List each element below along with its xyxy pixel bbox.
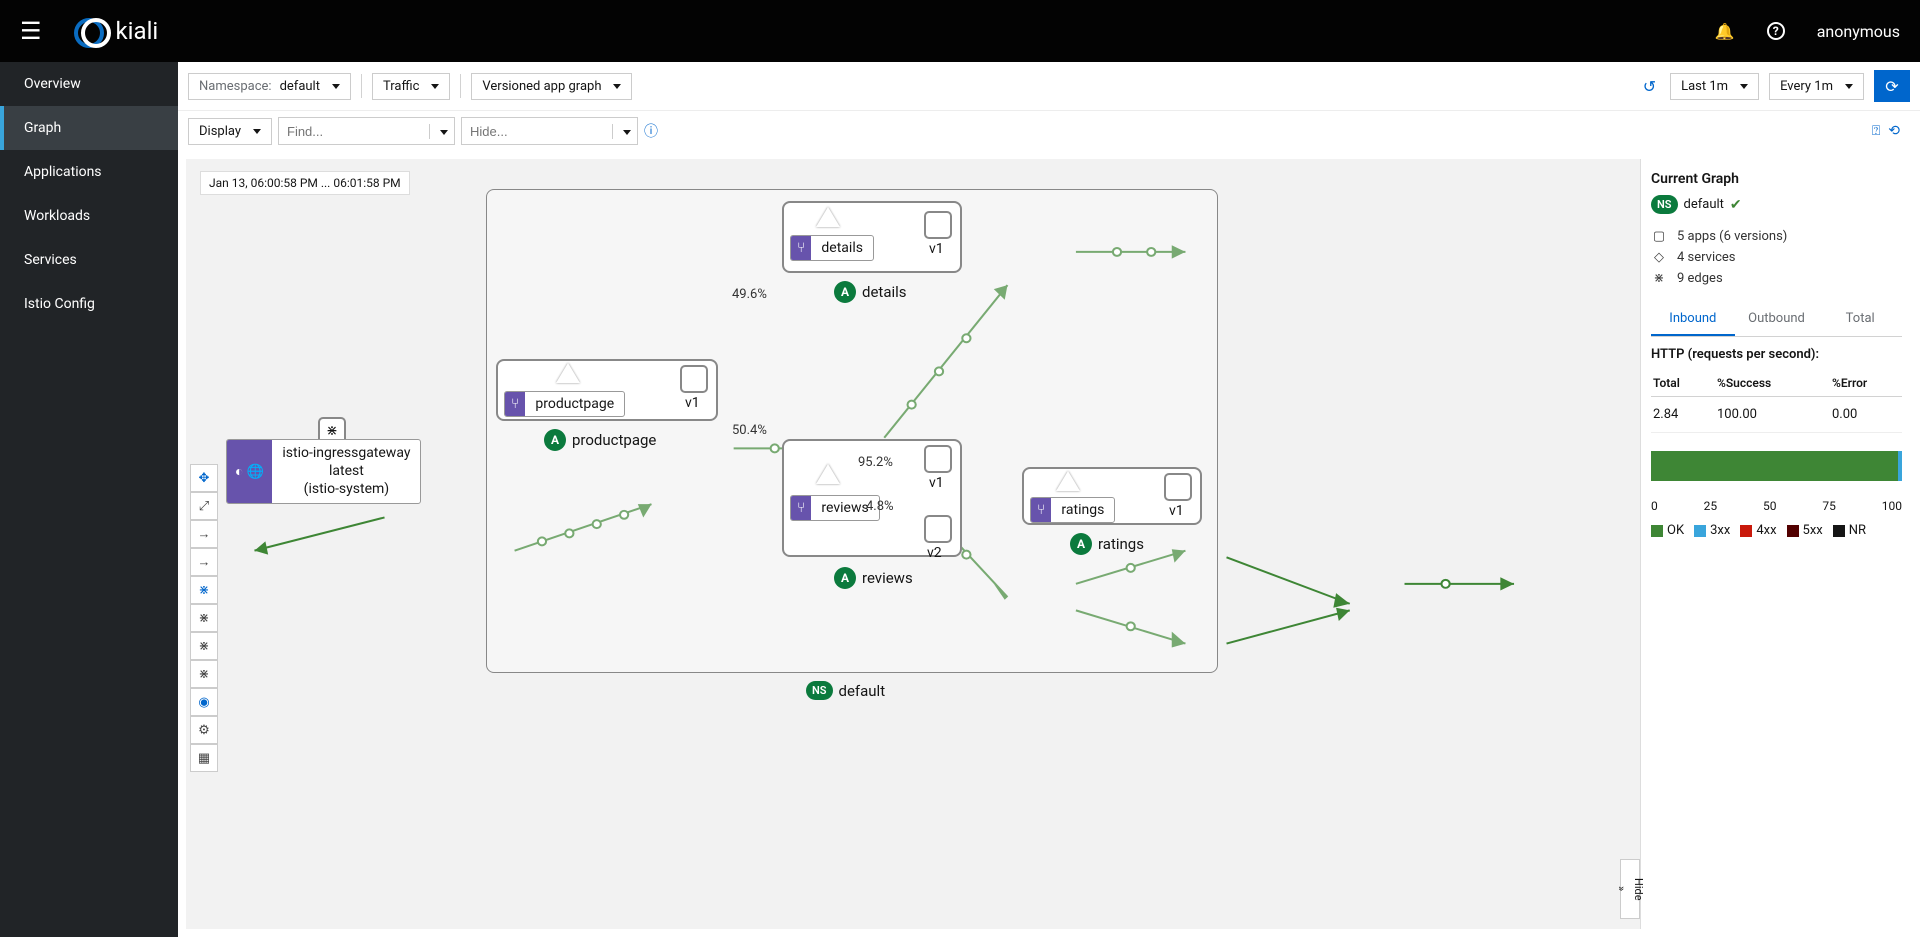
legend-item: OK: [1651, 523, 1684, 538]
branch-icon: ⑂: [1031, 498, 1051, 522]
gateway-icon: ◐ 🌐: [227, 440, 272, 503]
service-productpage[interactable]: ⑂ productpage: [504, 391, 625, 417]
drag-tool[interactable]: ✥: [190, 464, 218, 492]
bell-icon[interactable]: 🔔: [1715, 22, 1735, 41]
panel-title: Current Graph: [1651, 171, 1902, 187]
logo: kiali: [74, 15, 159, 47]
caret-down-icon: [431, 84, 439, 89]
legend-item: 4xx: [1740, 523, 1776, 538]
info-icon[interactable]: ⓘ: [644, 121, 658, 141]
layout3-tool[interactable]: ⋇: [190, 576, 218, 604]
fit-tool[interactable]: ⤢: [190, 492, 218, 520]
version-reviews-v1[interactable]: [924, 445, 952, 473]
gateway-node[interactable]: ◐ 🌐 istio-ingressgateway latest (istio-s…: [226, 439, 421, 504]
app-name: kiali: [116, 17, 159, 45]
replay-icon[interactable]: ⟲: [1888, 123, 1900, 139]
canvas-area: Jan 13, 06:00:58 PM ... 06:01:58 PM ✥ ⤢ …: [186, 159, 1912, 929]
caret-down-icon: [1740, 84, 1748, 89]
namespace-selector[interactable]: Namespace: default: [188, 73, 351, 100]
layout1-tool[interactable]: →: [190, 520, 218, 548]
check-icon: ✔: [1730, 197, 1742, 213]
graph-canvas[interactable]: ⋇ ◐ 🌐 istio-ingressgateway latest (istio…: [186, 159, 1640, 929]
apps-icon: ▢: [1651, 229, 1667, 244]
panel-namespace: NS default ✔: [1651, 195, 1902, 214]
app-label-productpage: Aproductpage: [544, 429, 656, 451]
sidebar-item-istio-config[interactable]: Istio Config: [0, 282, 178, 326]
version-productpage-v1[interactable]: [680, 365, 708, 393]
timestamp: Jan 13, 06:00:58 PM ... 06:01:58 PM: [200, 171, 410, 195]
layout2-tool[interactable]: →: [190, 548, 218, 576]
version-reviews-v2[interactable]: [924, 515, 952, 543]
app-label-reviews: Areviews: [834, 567, 913, 589]
history-icon[interactable]: ↺: [1643, 77, 1656, 96]
find-dropdown[interactable]: [429, 124, 454, 139]
kiali-logo-icon: [74, 15, 106, 47]
layout4-tool[interactable]: ⋇: [190, 604, 218, 632]
hide-panel-button[interactable]: Hide »: [1620, 859, 1640, 919]
chevron-right-icon: »: [1615, 886, 1628, 891]
sidebar-item-graph[interactable]: Graph: [0, 106, 178, 150]
service-details[interactable]: ⑂ details: [790, 235, 874, 261]
http-bar-chart: 0 25 50 75 100 OK3xx4xx5xxNR: [1651, 451, 1902, 538]
sidebar-item-overview[interactable]: Overview: [0, 62, 178, 106]
settings-tool[interactable]: ⚙: [190, 716, 218, 744]
app-label-details: Adetails: [834, 281, 907, 303]
secondary-toolbar: Display ⓘ ⍰ ⟲: [178, 111, 1920, 151]
hide-input[interactable]: [462, 120, 612, 143]
refresh-button[interactable]: ⟳: [1874, 70, 1910, 102]
time-range-selector[interactable]: Last 1m: [1670, 73, 1759, 100]
tab-outbound[interactable]: Outbound: [1735, 303, 1819, 336]
caret-down-icon: [332, 84, 340, 89]
edges-icon: ⋇: [1651, 271, 1667, 286]
graph-type-selector[interactable]: Versioned app graph: [471, 73, 632, 100]
namespace-label: NS default: [806, 681, 885, 700]
legend-item: 3xx: [1694, 523, 1730, 538]
refresh-interval-selector[interactable]: Every 1m: [1769, 73, 1864, 100]
branch-icon: ⑂: [791, 236, 811, 260]
user-label[interactable]: anonymous: [1817, 22, 1900, 41]
map-tool[interactable]: ▦: [190, 744, 218, 772]
branch-icon: ⑂: [791, 496, 811, 520]
legend-tool[interactable]: ◉: [190, 688, 218, 716]
graph-tools: ✥ ⤢ → → ⋇ ⋇ ⋇ ⋇ ◉ ⚙ ▦: [190, 464, 218, 772]
branch-icon: ⑂: [505, 392, 525, 416]
display-selector[interactable]: Display: [188, 118, 272, 145]
panel-tabs: Inbound Outbound Total: [1651, 303, 1902, 337]
layout5-tool[interactable]: ⋇: [190, 632, 218, 660]
right-panel: Current Graph NS default ✔ ▢5 apps (6 ve…: [1640, 159, 1912, 929]
help-icon[interactable]: ?: [1767, 22, 1785, 40]
tab-total[interactable]: Total: [1818, 303, 1902, 336]
service-ratings[interactable]: ⑂ ratings: [1030, 497, 1115, 523]
version-ratings-v1[interactable]: [1164, 473, 1192, 501]
sidebar-item-workloads[interactable]: Workloads: [0, 194, 178, 238]
hide-dropdown[interactable]: [612, 124, 637, 139]
service-triangle-icon: [556, 363, 580, 383]
tab-inbound[interactable]: Inbound: [1651, 303, 1735, 336]
layout6-tool[interactable]: ⋇: [190, 660, 218, 688]
legend-item: 5xx: [1787, 523, 1823, 538]
find-input[interactable]: [279, 120, 429, 143]
version-details-v1[interactable]: [924, 211, 952, 239]
hide-input-wrap: [461, 117, 638, 145]
caret-down-icon: [613, 84, 621, 89]
sidebar: Overview Graph Applications Workloads Se…: [0, 62, 178, 937]
app-label-ratings: Aratings: [1070, 533, 1144, 555]
tour-icon[interactable]: ⍰: [1872, 123, 1880, 139]
find-input-wrap: [278, 117, 455, 145]
service-triangle-icon: [816, 464, 840, 484]
sidebar-item-applications[interactable]: Applications: [0, 150, 178, 194]
table-row: 2.84 100.00 0.00: [1651, 397, 1902, 433]
hamburger-menu[interactable]: ☰: [20, 17, 42, 45]
services-icon: ◇: [1651, 250, 1667, 265]
legend-item: NR: [1833, 523, 1866, 538]
traffic-selector[interactable]: Traffic: [372, 73, 450, 100]
primary-toolbar: Namespace: default Traffic Versioned app…: [178, 62, 1920, 111]
caret-down-icon: [1845, 84, 1853, 89]
caret-down-icon: [253, 129, 261, 134]
service-triangle-icon: [1056, 471, 1080, 491]
service-triangle-icon: [816, 207, 840, 227]
sidebar-item-services[interactable]: Services: [0, 238, 178, 282]
